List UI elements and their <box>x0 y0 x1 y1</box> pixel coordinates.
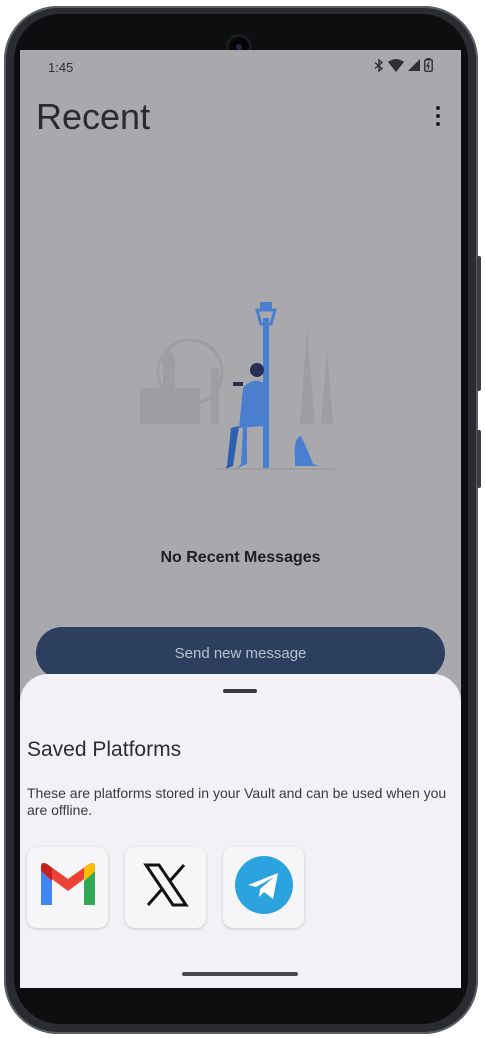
power-button <box>477 430 481 488</box>
volume-button <box>477 256 481 391</box>
status-time: 1:45 <box>48 60 74 75</box>
drag-handle[interactable] <box>223 689 257 693</box>
x-platform-card[interactable] <box>125 847 206 928</box>
telegram-platform-card[interactable] <box>223 847 304 928</box>
status-bar: 1:45 <box>20 50 461 84</box>
sheet-title: Saved Platforms <box>27 738 182 761</box>
home-indicator[interactable] <box>182 972 298 976</box>
empty-state-illustration <box>135 298 355 488</box>
gmail-icon <box>37 861 99 914</box>
send-new-message-button[interactable]: Send new message <box>36 627 445 679</box>
sheet-description: These are platforms stored in your Vault… <box>27 785 447 818</box>
empty-state-title: No Recent Messages <box>160 549 321 566</box>
status-icons <box>374 58 433 75</box>
screen: 1:45 Recent No Recent Messages Send new … <box>20 50 461 988</box>
signal-icon <box>408 59 420 74</box>
battery-icon <box>424 58 433 75</box>
bluetooth-icon <box>374 58 384 75</box>
platform-list <box>27 847 304 928</box>
page-title: Recent <box>36 96 151 137</box>
more-vert-icon[interactable] <box>429 106 447 126</box>
x-icon <box>142 861 190 914</box>
wifi-icon <box>388 58 404 75</box>
saved-platforms-bottom-sheet: Saved Platforms These are platforms stor… <box>20 674 461 988</box>
gmail-platform-card[interactable] <box>27 847 108 928</box>
telegram-icon <box>234 856 293 919</box>
